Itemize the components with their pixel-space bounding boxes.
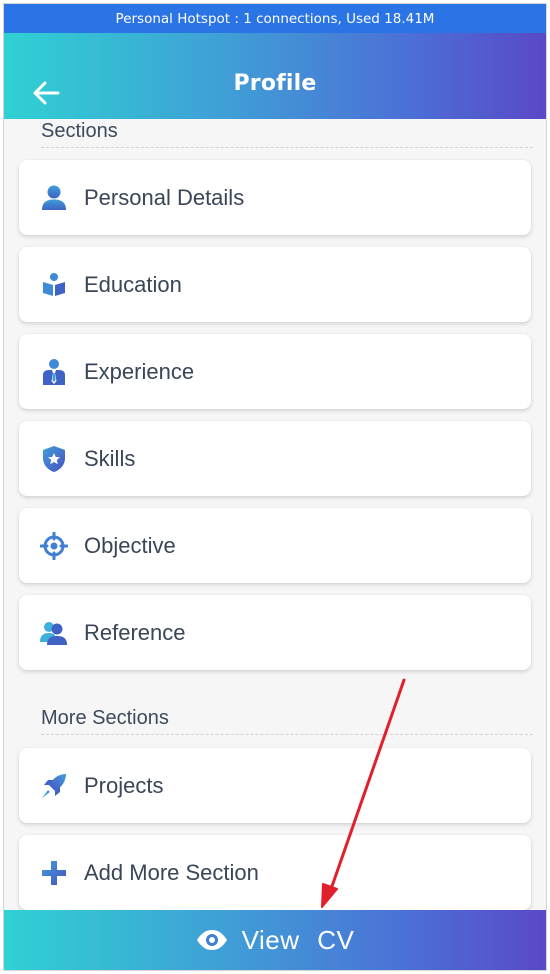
open-book-icon [39, 270, 69, 300]
add-more-section-button[interactable]: Add More Section [19, 835, 531, 910]
section-label: Projects [84, 772, 164, 798]
section-label: Reference [84, 619, 186, 645]
plus-icon [39, 858, 69, 888]
more-sections-divider [41, 734, 533, 735]
section-label: Objective [84, 532, 176, 558]
section-card-experience[interactable]: Experience [19, 334, 531, 409]
section-card-personal-details[interactable]: Personal Details [19, 160, 531, 235]
eye-icon [196, 929, 228, 951]
section-card-objective[interactable]: Objective [19, 508, 531, 583]
page-title: Profile [233, 71, 317, 96]
person-icon [39, 183, 69, 213]
status-bar-text: Personal Hotspot : 1 connections, Used 1… [115, 10, 435, 27]
profile-content[interactable]: Sections Personal Details Education Expe… [4, 119, 546, 914]
section-label: Personal Details [84, 184, 245, 210]
shield-star-icon [39, 444, 69, 474]
section-card-reference[interactable]: Reference [19, 595, 531, 670]
target-icon [39, 531, 69, 561]
view-cv-button[interactable]: View CV [4, 910, 546, 970]
section-card-skills[interactable]: Skills [19, 421, 531, 496]
rocket-icon [39, 771, 69, 801]
app-frame: Personal Hotspot : 1 connections, Used 1… [3, 3, 547, 971]
section-label: Experience [84, 358, 195, 384]
section-label: Skills [84, 445, 136, 471]
status-bar: Personal Hotspot : 1 connections, Used 1… [4, 4, 546, 33]
sections-divider [41, 147, 533, 148]
section-label: Add More Section [84, 859, 259, 885]
section-label: Education [84, 271, 182, 297]
sections-heading: Sections [41, 120, 118, 142]
more-sections-heading: More Sections [41, 707, 169, 729]
users-icon [39, 618, 69, 648]
app-bar: Profile [4, 33, 546, 119]
view-cv-label: View CV [241, 924, 355, 955]
businessman-icon [39, 357, 69, 387]
section-card-education[interactable]: Education [19, 247, 531, 322]
section-card-projects[interactable]: Projects [19, 748, 531, 823]
